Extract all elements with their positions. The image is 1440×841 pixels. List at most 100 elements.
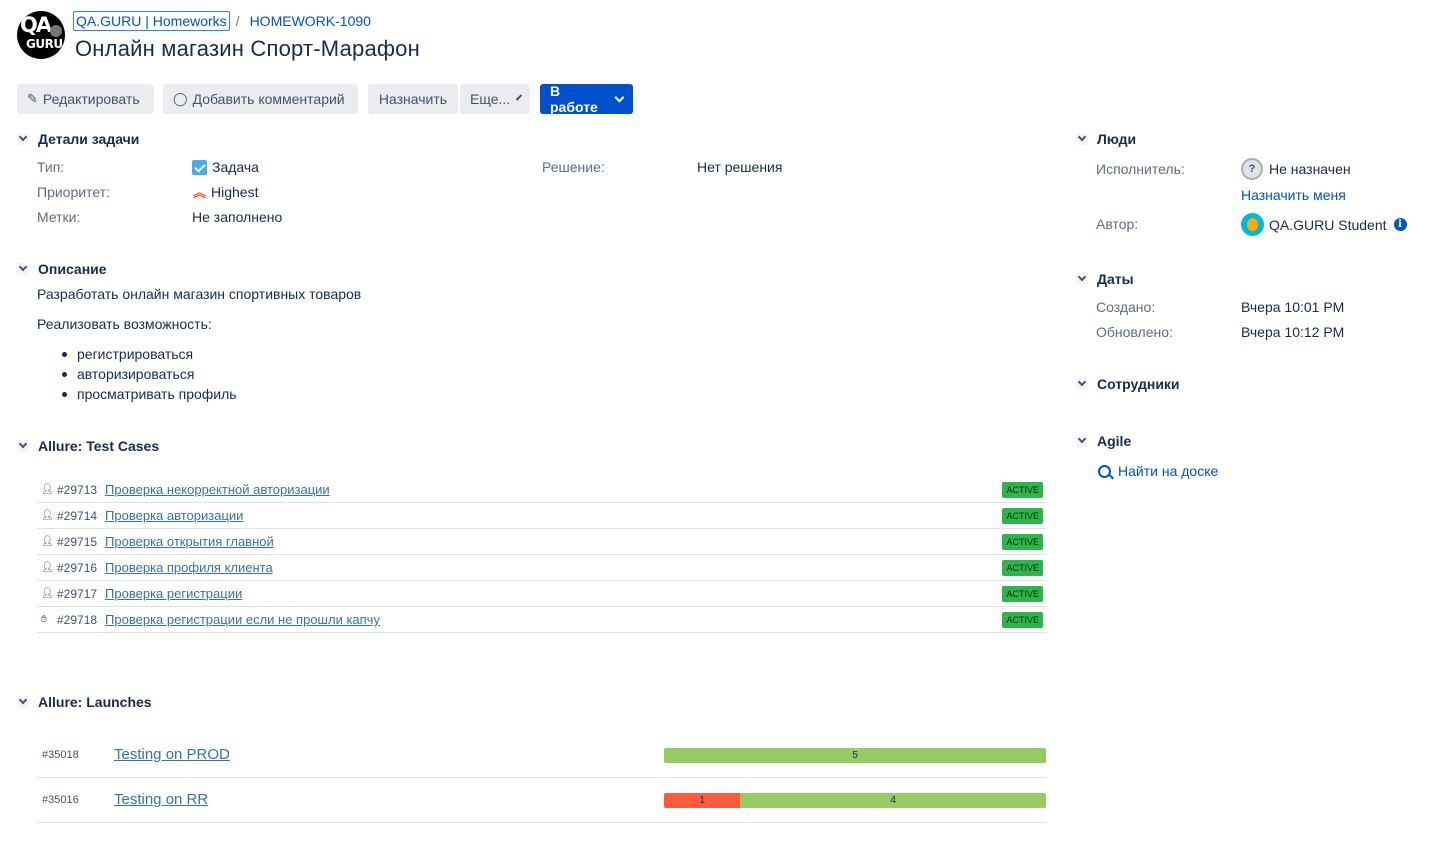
table-row: 👤︎ #29715 Проверка открытия главной ACTI… [37, 529, 1046, 555]
failed-segment: 1 [664, 793, 741, 808]
test-case-link[interactable]: Проверка некорректной авторизации [105, 482, 330, 497]
chevron-down-icon [17, 440, 29, 452]
breadcrumb-issue-key[interactable]: HOMEWORK-1090 [250, 13, 371, 29]
more-button-label: Еще... [470, 91, 511, 107]
launch-link[interactable]: Testing on RR [114, 791, 208, 808]
gear-icon [50, 25, 62, 37]
resolution-label: Решение: [542, 159, 605, 175]
test-case-link[interactable]: Проверка регистрации если не прошли капч… [105, 612, 380, 627]
launch-result-bar: 0 5 [664, 748, 1046, 763]
labels-value[interactable]: Не заполнено [192, 209, 282, 225]
people-section-toggle[interactable]: Люди [1076, 131, 1136, 147]
breadcrumb-separator: / [235, 13, 240, 29]
search-icon [1098, 464, 1111, 478]
chevron-down-icon [17, 133, 29, 145]
test-cases-section-toggle[interactable]: Allure: Test Cases [17, 438, 159, 454]
unassigned-avatar-icon: ? [1241, 158, 1263, 180]
test-cases-list: 👤︎ #29713 Проверка некорректной авториза… [37, 477, 1046, 633]
status-badge: ACTIVE [1002, 508, 1043, 524]
launch-id: #35018 [42, 749, 79, 761]
breadcrumb-project-link[interactable]: QA.GURU | Homeworks [73, 11, 230, 31]
status-badge: ACTIVE [1002, 482, 1043, 498]
comment-icon: ◯ [173, 91, 188, 106]
launch-id: #35016 [42, 794, 79, 806]
list-item: авторизироваться [37, 364, 237, 384]
status-button[interactable]: В работе [540, 83, 633, 115]
table-row: #35016 Testing on RR 1 4 [37, 778, 1046, 823]
details-section-toggle[interactable]: Детали задачи [17, 131, 139, 147]
chevron-down-icon [17, 263, 29, 275]
list-item: регистрироваться [37, 344, 237, 364]
launch-link[interactable]: Testing on PROD [114, 746, 230, 763]
launches-section-toggle[interactable]: Allure: Launches [17, 694, 152, 710]
labels-label: Метки: [37, 209, 81, 225]
status-badge: ACTIVE [1002, 612, 1043, 628]
created-value: Вчера 10:01 PM [1241, 299, 1345, 315]
test-case-id: #29715 [57, 534, 98, 549]
description-section-toggle[interactable]: Описание [17, 261, 107, 277]
launches-list: #35018 Testing on PROD 0 5 #35016 Testin… [37, 733, 1046, 823]
description-line-2: Реализовать возможность: [37, 316, 212, 332]
staff-heading: Сотрудники [1097, 376, 1180, 392]
test-case-id: #29713 [57, 482, 98, 497]
assignee-value[interactable]: ? Не назначен [1241, 158, 1351, 180]
issue-title[interactable]: Онлайн магазин Спорт-Марафон [75, 36, 420, 62]
add-comment-label: Добавить комментарий [192, 91, 345, 107]
description-line-1: Разработать онлайн магазин спортивных то… [37, 286, 362, 302]
edit-button[interactable]: ✎ Редактировать [17, 84, 154, 114]
person-icon: 👤︎ [41, 588, 54, 599]
table-row: 👤︎ #29713 Проверка некорректной авториза… [37, 477, 1046, 503]
test-case-id: #29718 [57, 612, 98, 627]
chevron-down-icon [1076, 273, 1088, 285]
assignee-label: Исполнитель: [1096, 161, 1185, 177]
description-heading: Описание [38, 261, 107, 277]
updated-value: Вчера 10:12 PM [1241, 324, 1345, 340]
resolution-value: Нет решения [697, 159, 783, 175]
info-icon[interactable]: i [1393, 218, 1407, 231]
status-badge: ACTIVE [1002, 560, 1043, 576]
updated-label: Обновлено: [1096, 324, 1173, 340]
dates-section-toggle[interactable]: Даты [1076, 271, 1134, 287]
chevron-down-icon [17, 696, 29, 708]
hand-icon: ✋︎ [41, 614, 47, 625]
list-item: просматривать профиль [37, 384, 237, 404]
chevron-down-icon [1076, 378, 1088, 390]
find-on-board-link[interactable]: Найти на доске [1098, 463, 1218, 479]
test-case-id: #29716 [57, 560, 98, 575]
logo-qa-text: QA [20, 13, 52, 37]
assignee-value-text: Не назначен [1269, 161, 1351, 177]
priority-value: ︽ Highest [193, 184, 258, 200]
launches-heading: Allure: Launches [38, 694, 152, 710]
test-case-link[interactable]: Проверка профиля клиента [105, 560, 273, 575]
add-comment-button[interactable]: ◯ Добавить комментарий [163, 84, 358, 114]
priority-label: Приоритет: [37, 184, 110, 200]
logo-guru-text: GURU [26, 37, 63, 51]
table-row: 👤︎ #29716 Проверка профиля клиента ACTIV… [37, 555, 1046, 581]
type-value-text: Задача [212, 159, 259, 175]
staff-section-toggle[interactable]: Сотрудники [1076, 376, 1180, 392]
more-button[interactable]: Еще... [460, 84, 530, 114]
author-value[interactable]: QA.GURU Student i [1241, 213, 1407, 236]
chevron-down-icon [614, 92, 625, 102]
table-row: ✋︎ #29718 Проверка регистрации если не п… [37, 607, 1046, 633]
table-row: 👤︎ #29717 Проверка регистрации ACTIVE [37, 581, 1046, 607]
breadcrumb: QA.GURU | Homeworks / HOMEWORK-1090 [73, 11, 371, 31]
assign-button[interactable]: Назначить [368, 84, 458, 114]
passed-segment: 4 [740, 793, 1046, 808]
agile-section-toggle[interactable]: Agile [1076, 433, 1131, 449]
author-value-text: QA.GURU Student [1269, 216, 1387, 233]
chevron-down-icon [1076, 435, 1088, 447]
details-heading: Детали задачи [38, 131, 140, 147]
chevron-down-icon [515, 93, 523, 101]
test-case-id: #29717 [57, 586, 98, 601]
person-icon: 👤︎ [41, 510, 54, 521]
test-case-link[interactable]: Проверка открытия главной [105, 534, 274, 549]
status-badge: ACTIVE [1002, 586, 1043, 602]
test-cases-heading: Allure: Test Cases [38, 438, 160, 454]
test-case-link[interactable]: Проверка авторизации [105, 508, 243, 523]
assign-to-me-link[interactable]: Назначить меня [1241, 187, 1346, 203]
avatar [1241, 213, 1264, 236]
people-heading: Люди [1097, 131, 1137, 147]
test-case-link[interactable]: Проверка регистрации [105, 586, 242, 601]
project-avatar[interactable]: QA GURU [17, 11, 65, 59]
